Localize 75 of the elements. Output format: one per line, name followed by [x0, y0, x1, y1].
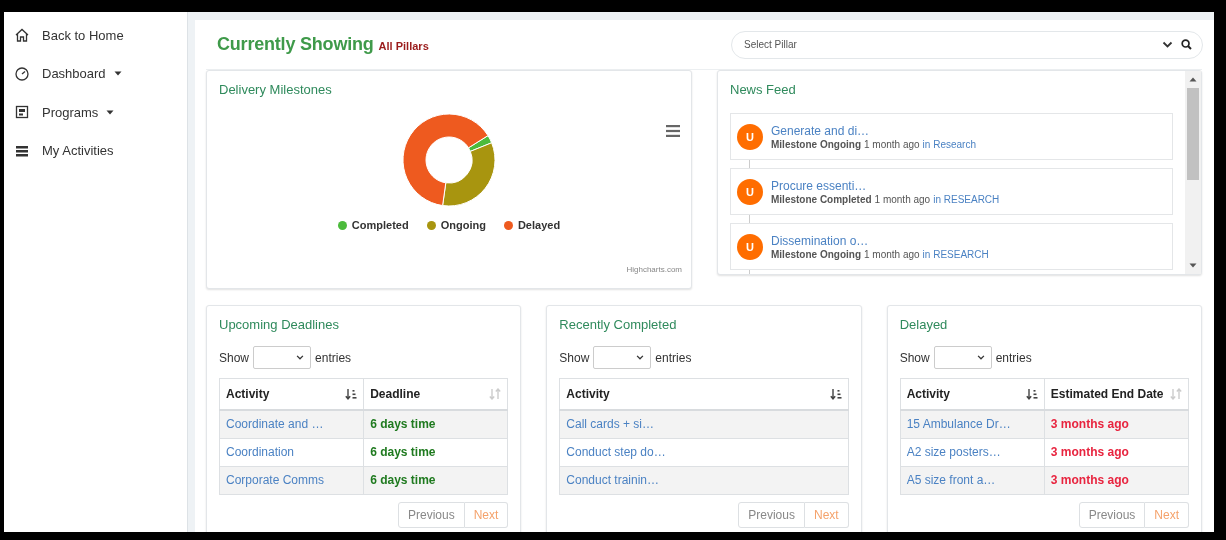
gauge-icon: [14, 65, 30, 82]
feed-title-link[interactable]: Procure essenti…: [771, 178, 1000, 193]
column-label: Activity: [226, 387, 270, 401]
column-label: Activity: [566, 387, 610, 401]
show-label: Show: [899, 350, 930, 365]
sidebar-item[interactable]: Programs: [4, 93, 187, 132]
feed-title-link[interactable]: Generate and di…: [771, 123, 976, 138]
chevron-down-icon: [296, 355, 305, 360]
card-title: Upcoming Deadlines: [219, 317, 340, 332]
activity-link[interactable]: Conduct trainin…: [559, 466, 849, 494]
card-title: News Feed: [730, 82, 797, 97]
legend-label[interactable]: Delayed: [517, 219, 561, 231]
column-label: Estimated End Date: [1050, 387, 1164, 401]
activity-link[interactable]: 15 Ambulance Dr…: [900, 410, 1045, 438]
credit-link[interactable]: Highcharts.com: [626, 265, 682, 274]
activity-link[interactable]: Coordinate and …: [219, 410, 364, 438]
scroll-down-icon[interactable]: [1189, 263, 1197, 268]
sort-descending-icon[interactable]: [1025, 388, 1038, 400]
entries-label: entries: [655, 350, 692, 365]
legend-label[interactable]: Completed: [351, 219, 409, 231]
feed-status: Milestone Ongoing: [771, 248, 861, 260]
pillar-search-field[interactable]: Select Pillar: [742, 38, 1154, 51]
avatar: U: [737, 178, 763, 205]
entries-label: entries: [995, 350, 1032, 365]
column-label: Activity: [906, 387, 950, 401]
pillar-link[interactable]: in RESEARCH: [933, 193, 1000, 205]
table-cell: 6 days time: [363, 438, 508, 466]
activity-link[interactable]: Corporate Comms: [219, 466, 364, 494]
previous-button[interactable]: Previous: [397, 501, 465, 528]
activity-link[interactable]: A2 size posters…: [900, 438, 1045, 466]
feed-status: Milestone Completed: [771, 193, 872, 205]
chevron-down-icon: [1162, 39, 1173, 50]
feed-time: 1 month ago: [864, 138, 920, 150]
show-label: Show: [219, 350, 250, 365]
table-cell: 3 months ago: [1044, 466, 1189, 494]
activity-link[interactable]: Call cards + si…: [559, 410, 849, 438]
table-cell: 6 days time: [363, 466, 508, 494]
pillar-link[interactable]: in Research: [922, 138, 976, 150]
entries-label: entries: [315, 350, 352, 365]
feed-time: 1 month ago: [864, 248, 920, 260]
scroll-up-icon[interactable]: [1189, 77, 1197, 82]
page-title: Currently Showing: [217, 34, 374, 55]
sort-descending-icon[interactable]: [345, 388, 358, 400]
feed-title-link[interactable]: Dissemination o…: [771, 233, 989, 248]
avatar: U: [737, 233, 763, 260]
menu-icon[interactable]: [666, 125, 680, 137]
activity-link[interactable]: Coordination: [219, 438, 364, 466]
table-cell: 6 days time: [363, 410, 508, 438]
show-label: Show: [559, 350, 590, 365]
column-label: Deadline: [370, 387, 421, 401]
chevron-down-icon: [636, 355, 645, 360]
legend-label[interactable]: Ongoing: [440, 219, 486, 231]
sidebar-item[interactable]: Dashboard: [4, 54, 187, 93]
previous-button[interactable]: Previous: [1078, 501, 1146, 528]
chevron-down-icon: [976, 355, 985, 360]
sidebar-item[interactable]: My Activities: [4, 131, 187, 170]
previous-button[interactable]: Previous: [738, 501, 805, 528]
table-cell: 3 months ago: [1044, 438, 1189, 466]
card-title: Delivery Milestones: [219, 82, 333, 97]
filter-label: All Pillars: [378, 40, 429, 52]
table-cell: 3 months ago: [1044, 410, 1189, 438]
activity-link[interactable]: Conduct step do…: [559, 438, 849, 466]
board-icon: [14, 104, 30, 121]
feed-status: Milestone Ongoing: [771, 138, 861, 150]
card-title: Recently Completed: [559, 317, 678, 332]
feed-time: 1 month ago: [874, 193, 931, 205]
sidebar-item[interactable]: Back to Home: [4, 16, 187, 55]
sort-descending-icon[interactable]: [829, 388, 842, 400]
pillar-link[interactable]: in RESEARCH: [922, 248, 989, 260]
avatar: U: [737, 123, 763, 150]
search-icon[interactable]: [1181, 39, 1192, 50]
activity-link[interactable]: A5 size front a…: [900, 466, 1045, 494]
card-title: Delayed: [899, 317, 949, 332]
home-icon: [14, 27, 30, 44]
scrollbar[interactable]: [1185, 71, 1201, 274]
